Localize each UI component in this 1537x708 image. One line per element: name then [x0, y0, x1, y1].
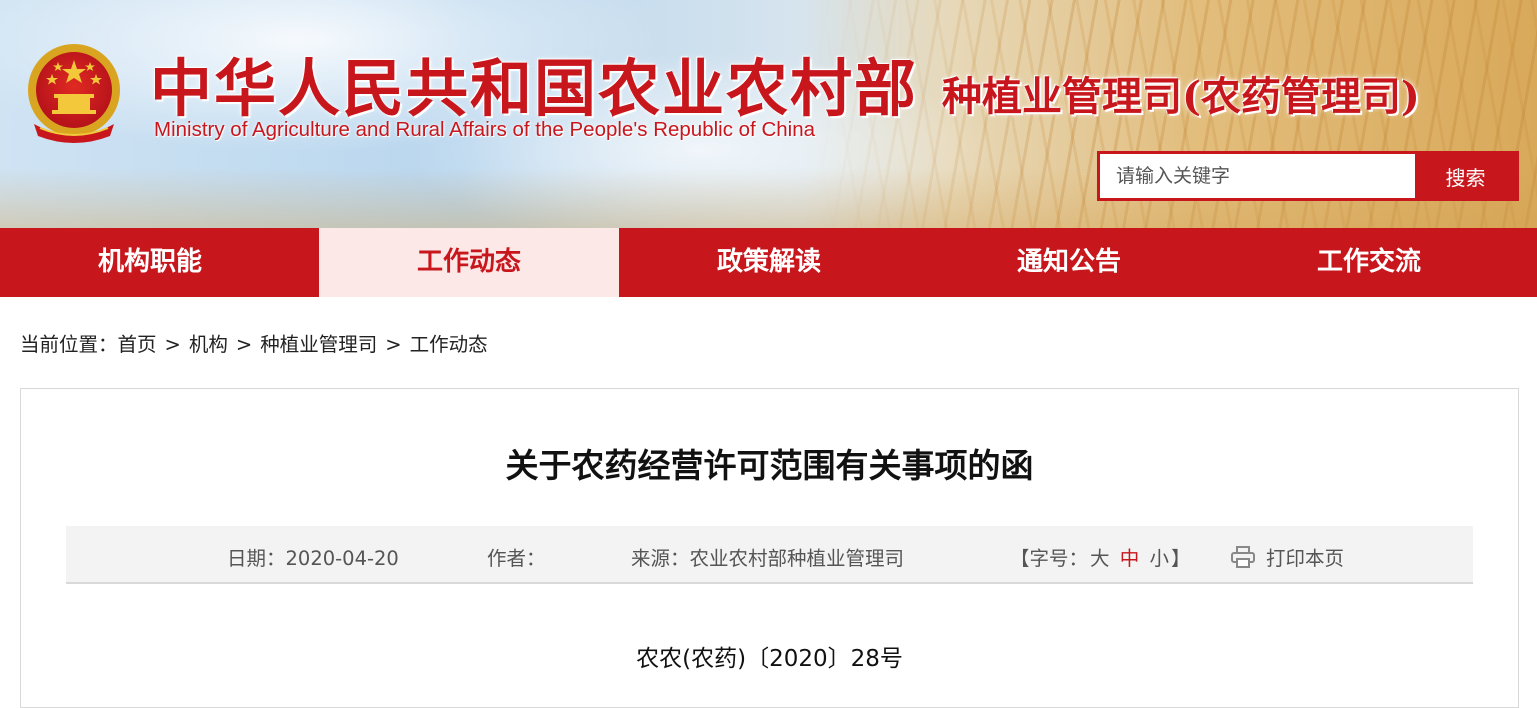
article-panel: 关于农药经营许可范围有关事项的函 日期：2020-04-20 作者： 来源：农业… — [20, 388, 1519, 708]
search-box: 搜索 — [1097, 151, 1519, 201]
breadcrumb-separator: > — [164, 333, 181, 356]
breadcrumb-dept-link[interactable]: 种植业管理司 — [260, 333, 377, 356]
site-title-chinese: 中华人民共和国农业农村部 — [150, 52, 919, 125]
breadcrumb: 当前位置：首页 > 机构 > 种植业管理司 > 工作动态 — [20, 328, 488, 357]
print-page-label: 打印本页 — [1266, 547, 1345, 570]
main-nav: 机构职能 工作动态 政策解读 通知公告 工作交流 — [0, 228, 1537, 297]
printer-icon — [1231, 545, 1255, 568]
article-title: 关于农药经营许可范围有关事项的函 — [505, 446, 1034, 485]
article-source: 来源：农业农村部种植业管理司 — [631, 547, 905, 570]
document-number: 农农(农药)〔2020〕28号 — [636, 646, 903, 672]
print-page-button[interactable]: 打印本页 — [1230, 542, 1344, 571]
nav-item-work-news[interactable]: 工作动态 — [319, 228, 619, 297]
nav-item-notices[interactable]: 通知公告 — [919, 228, 1219, 297]
article-meta-bar: 日期：2020-04-20 作者： 来源：农业农村部种植业管理司 【字号：大 中… — [66, 526, 1473, 584]
article-author: 作者： — [487, 547, 546, 570]
breadcrumb-prefix: 当前位置： — [20, 333, 118, 356]
font-size-small-button[interactable]: 小 — [1149, 547, 1169, 570]
font-size-large-button[interactable]: 大 — [1090, 547, 1110, 570]
nav-item-org-functions[interactable]: 机构职能 — [0, 228, 319, 297]
site-header-banner: 中华人民共和国农业农村部 Ministry of Agriculture and… — [0, 0, 1537, 228]
national-emblem-icon — [28, 44, 120, 143]
breadcrumb-current-link[interactable]: 工作动态 — [410, 333, 488, 356]
font-size-medium-button[interactable]: 中 — [1120, 547, 1140, 570]
search-button[interactable]: 搜索 — [1415, 154, 1516, 198]
search-input[interactable] — [1100, 154, 1415, 198]
article-date: 日期：2020-04-20 — [227, 547, 399, 570]
breadcrumb-separator: > — [385, 333, 402, 356]
font-size-prefix: 【字号： — [1010, 547, 1089, 570]
site-title-english: Ministry of Agriculture and Rural Affair… — [154, 118, 816, 141]
font-size-suffix: 】 — [1170, 547, 1191, 570]
font-size-control: 【字号：大 中 小】 — [1010, 542, 1190, 571]
breadcrumb-org-link[interactable]: 机构 — [189, 333, 228, 356]
breadcrumb-home-link[interactable]: 首页 — [118, 333, 157, 356]
breadcrumb-separator: > — [235, 333, 253, 356]
nav-item-policy-interpretation[interactable]: 政策解读 — [619, 228, 919, 297]
department-title: 种植业管理司(农药管理司) — [942, 73, 1420, 120]
nav-item-work-exchange[interactable]: 工作交流 — [1219, 228, 1519, 297]
